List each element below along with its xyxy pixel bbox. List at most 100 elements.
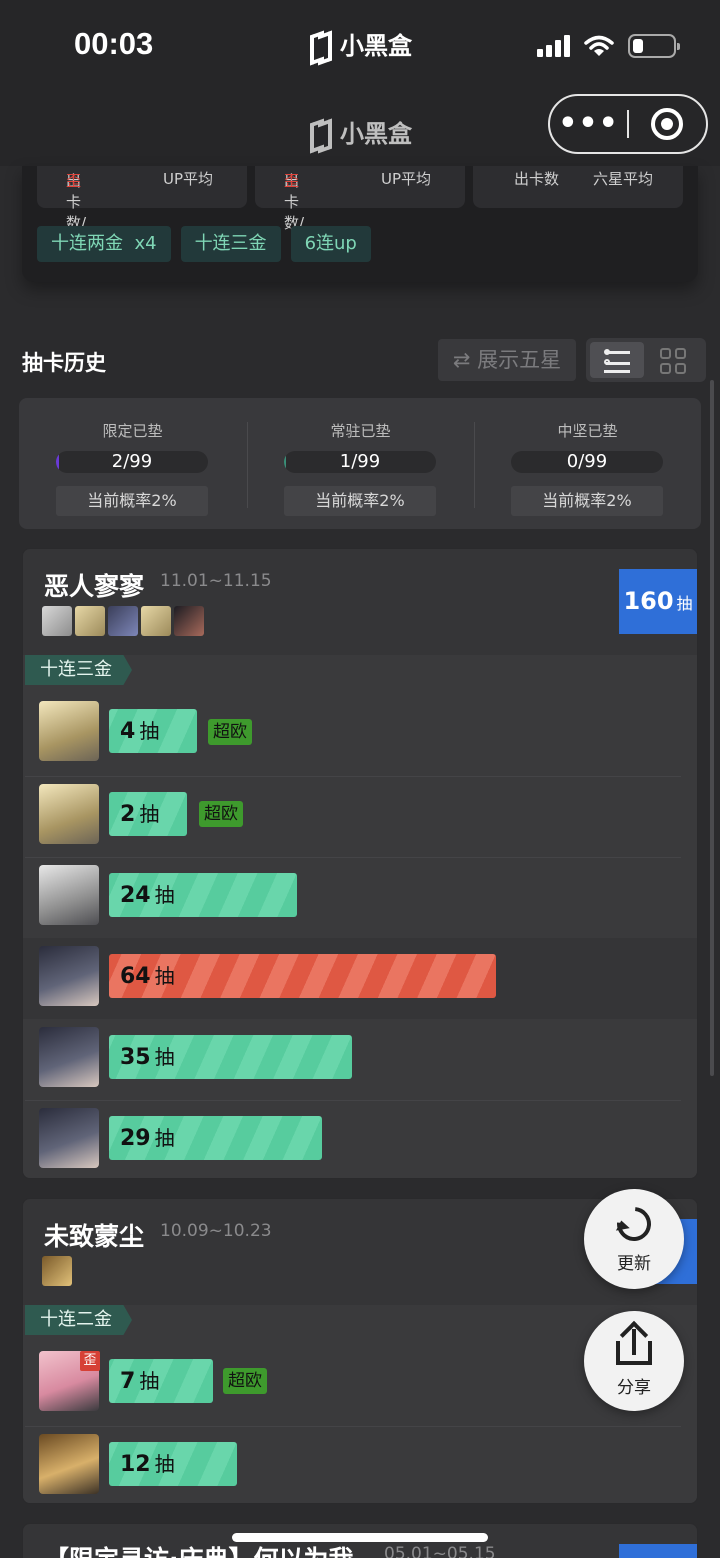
pull-group: 十连三金 4抽 超欧 2抽 超欧 24 抽 64 抽 35 抽 29 抽: [23, 655, 697, 1178]
row-divider: [25, 1100, 681, 1101]
row-divider: [25, 1426, 681, 1427]
operator-portrait: [39, 1027, 99, 1087]
stat-box-1: 出卡数/歪 UP平均: [37, 166, 247, 232]
pity-progress: 2/99: [56, 451, 208, 473]
operator-avatar: [42, 606, 72, 636]
operator-avatar: [108, 606, 138, 636]
banner-name: 恶人寥寥: [44, 572, 145, 601]
wifi-icon: [584, 35, 614, 56]
achievement-tags: 十连两金 x4 十连三金 6连up: [37, 226, 371, 262]
pull-bar: 7抽: [109, 1359, 213, 1403]
pity-label: 常驻已垫: [330, 422, 391, 440]
group-label: 十连二金: [25, 1305, 132, 1335]
skew-badge: 歪: [80, 1351, 100, 1371]
pity-value: 0/99: [566, 451, 608, 472]
pity-progress: 0/99: [511, 451, 663, 473]
operator-portrait: [39, 701, 99, 761]
operator-portrait: [39, 865, 99, 925]
pull-unit: 抽: [154, 1452, 175, 1476]
nav-bar: 小黑盒 •••: [0, 92, 720, 166]
status-icons: [537, 34, 680, 58]
pull-unit: 抽: [154, 1126, 175, 1150]
row-divider: [25, 857, 681, 858]
pity-rate: 当前概率2%: [284, 486, 436, 516]
view-toggle: [586, 338, 706, 382]
total-unit: 抽: [676, 594, 693, 613]
operator-avatars: [42, 1256, 72, 1286]
scrollbar[interactable]: [710, 380, 714, 1076]
pity-panel: 限定已垫 2/99 当前概率2% 常驻已垫 1/99 当前概率2% 中坚已垫 0…: [19, 398, 701, 529]
signal-icon: [537, 35, 570, 57]
row-divider: [25, 776, 681, 777]
status-time: 00:03: [74, 26, 154, 61]
pull-count: 29: [120, 1126, 151, 1151]
group-label: 十连三金: [25, 655, 132, 685]
pity-progress: 1/99: [284, 451, 436, 473]
stat-skew: 歪: [284, 172, 300, 190]
pull-row: 12 抽: [23, 1426, 697, 1503]
pull-bar: 35 抽: [109, 1035, 352, 1079]
pull-bar: 24 抽: [109, 873, 297, 917]
operator-portrait: [39, 1108, 99, 1168]
pity-core: 中坚已垫 0/99 当前概率2%: [474, 398, 701, 529]
pity-label: 限定已垫: [102, 422, 163, 440]
pull-unit: 抽: [154, 964, 175, 988]
banner-date: 05.01~05.15: [384, 1544, 496, 1558]
pull-unit: 抽: [154, 1045, 175, 1069]
operator-portrait: [39, 946, 99, 1006]
pity-limited: 限定已垫 2/99 当前概率2%: [19, 398, 246, 529]
share-label: 分享: [617, 1378, 651, 1398]
grid-view-button[interactable]: [660, 348, 686, 374]
stat-label: 六星平均: [593, 170, 654, 188]
pull-row: 35 抽: [23, 1019, 697, 1100]
pity-rate: 当前概率2%: [511, 486, 663, 516]
pull-count: 4: [120, 719, 136, 744]
stat-box-3: 出卡数 六星平均: [473, 166, 683, 208]
show-five-star-button[interactable]: ⇄ 展示五星: [438, 339, 576, 381]
stat-label: UP平均: [163, 170, 214, 188]
list-view-button[interactable]: [590, 342, 644, 378]
banner-date: 11.01~11.15: [160, 571, 272, 591]
total-pulls-badge: [619, 1544, 697, 1558]
pull-unit: 抽: [139, 802, 160, 826]
pull-count: 35: [120, 1045, 151, 1070]
brand-logo-icon: [308, 31, 334, 57]
miniapp-capsule: •••: [548, 94, 708, 154]
history-title: 抽卡历史: [22, 351, 106, 375]
nav-brand-label: 小黑盒: [340, 120, 412, 148]
pull-count: 24: [120, 883, 151, 908]
refresh-button[interactable]: 更新: [584, 1189, 684, 1289]
banner-name: 未致蒙尘: [44, 1222, 145, 1251]
home-indicator: [232, 1533, 488, 1542]
pull-count: 64: [120, 964, 151, 989]
operator-portrait: [39, 1434, 99, 1494]
banner-date: 10.09~10.23: [160, 1221, 272, 1241]
pull-unit: 抽: [139, 1369, 160, 1393]
operator-avatar: [174, 606, 204, 636]
status-brand-label: 小黑盒: [340, 32, 412, 60]
pull-unit: 抽: [154, 883, 175, 907]
pull-bar: 12 抽: [109, 1442, 237, 1486]
battery-icon: [628, 34, 680, 58]
pity-label: 中坚已垫: [557, 422, 618, 440]
pull-row: 2抽 超欧: [23, 776, 697, 857]
total-pulls-badge: 160 抽: [619, 569, 697, 634]
tag-item: 十连三金: [180, 226, 281, 262]
refresh-icon: [610, 1200, 658, 1248]
share-button[interactable]: 分享: [584, 1311, 684, 1411]
close-miniapp-button[interactable]: [629, 108, 706, 140]
pity-value: 2/99: [111, 451, 153, 472]
nav-brand: 小黑盒: [308, 114, 412, 149]
pull-bar: 2抽: [109, 792, 187, 836]
banner-name: 【限定寻访·庆典】何以为我: [44, 1540, 354, 1558]
status-bar: 00:03 小黑盒: [0, 0, 720, 92]
pull-count: 7: [120, 1369, 136, 1394]
more-menu-button[interactable]: •••: [550, 109, 627, 139]
luck-badge: 超欧: [208, 719, 252, 745]
operator-avatars: [42, 606, 204, 636]
status-brand: 小黑盒: [308, 26, 412, 61]
luck-badge: 超欧: [199, 801, 243, 827]
pull-count: 2: [120, 802, 136, 827]
banner-card[interactable]: 恶人寥寥 11.01~11.15 160 抽 十连三金 4抽 超欧 2抽 超欧 2…: [22, 548, 698, 1179]
pity-rate: 当前概率2%: [56, 486, 208, 516]
